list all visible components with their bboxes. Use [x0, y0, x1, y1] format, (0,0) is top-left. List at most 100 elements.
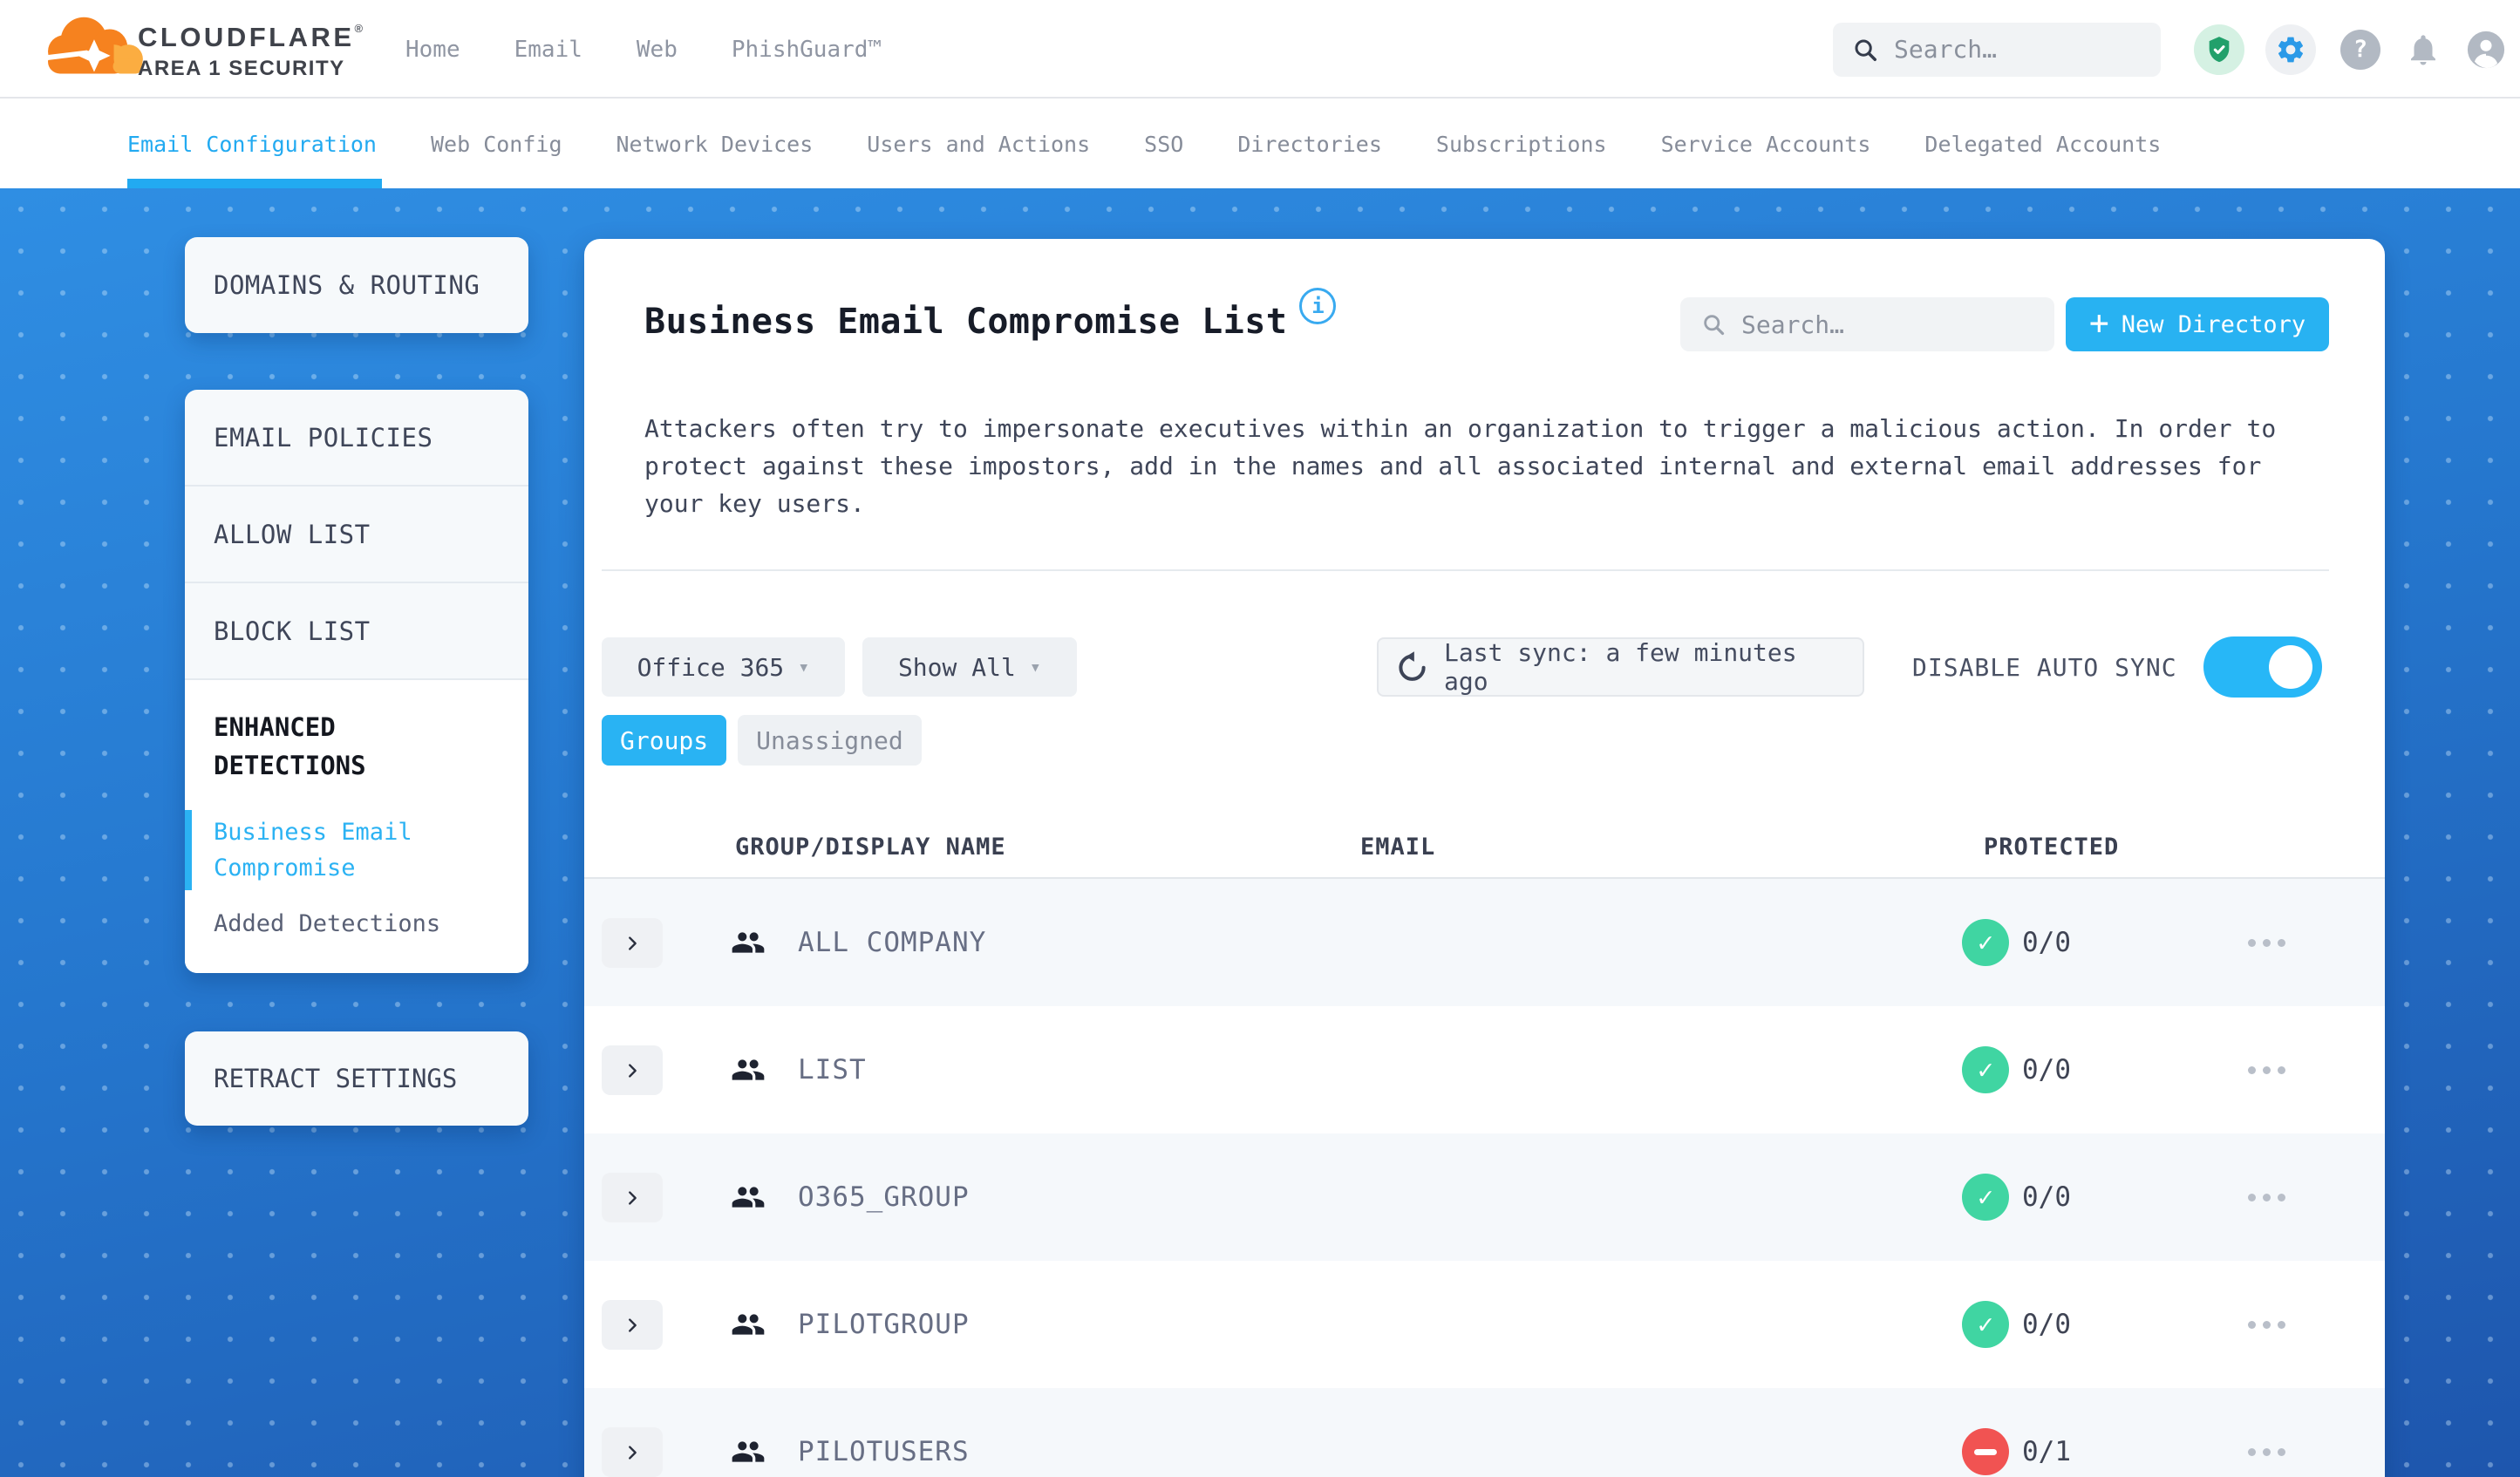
protected-cell: ✓ 0/0 [1962, 1133, 2071, 1261]
subnav-item-users-and-actions[interactable]: Users and Actions [867, 100, 1090, 188]
check-icon: ✓ [1977, 1181, 1994, 1213]
sidebar-item-enhanced-detections[interactable]: ENHANCED DETECTIONS [214, 708, 475, 785]
global-search-input[interactable]: Search… [1833, 22, 2161, 77]
row-actions-menu[interactable] [2248, 1133, 2285, 1261]
protected-count: 0/0 [2022, 1054, 2071, 1086]
toggle-knob [2269, 645, 2312, 689]
row-actions-menu[interactable] [2248, 1261, 2285, 1388]
sidebar-item-allow-list[interactable]: ALLOW LIST [185, 487, 528, 583]
protection-status-button[interactable] [2194, 24, 2244, 75]
expand-row-button[interactable] [602, 1045, 663, 1095]
protected-check-icon: ✓ [1962, 919, 2009, 966]
minus-icon [1974, 1448, 1997, 1455]
table-row-all-company[interactable]: ALL COMPANY ✓ 0/0 [584, 879, 2385, 1006]
group-tabs: Groups Unassigned [602, 715, 922, 766]
group-icon [731, 1307, 766, 1345]
directory-select[interactable]: Office 365 ▾ [602, 637, 845, 697]
sidebar-item-block-list[interactable]: BLOCK LIST [185, 583, 528, 680]
row-actions-menu[interactable] [2248, 1388, 2285, 1477]
list-search-input[interactable]: Search… [1680, 297, 2054, 351]
account-button[interactable] [2466, 30, 2506, 70]
expand-row-button[interactable] [602, 918, 663, 968]
expand-row-button[interactable] [602, 1173, 663, 1222]
check-icon: ✓ [1977, 1054, 1994, 1086]
plus-icon: + [2088, 303, 2109, 342]
row-actions-menu[interactable] [2248, 1006, 2285, 1133]
settings-button[interactable] [2265, 24, 2316, 75]
top-bar: CLOUDFLARE® AREA 1 SECURITY Home Email Web… [0, 0, 2520, 99]
notifications-button[interactable] [2405, 31, 2442, 68]
shield-check-icon [2209, 36, 2230, 62]
protected-check-icon: ✓ [1962, 1046, 2009, 1093]
table-row-o365-group[interactable]: O365_GROUP ✓ 0/0 [584, 1133, 2385, 1261]
topnav-item-phishguard[interactable]: PhishGuard™ [732, 37, 882, 63]
filter-select[interactable]: Show All ▾ [862, 637, 1077, 697]
new-directory-button[interactable]: + New Directory [2066, 297, 2329, 351]
subnav-item-delegated-accounts[interactable]: Delegated Accounts [1924, 100, 2161, 188]
row-actions-menu[interactable] [2248, 879, 2285, 1006]
table-row-pilotgroup[interactable]: PILOTGROUP ✓ 0/0 [584, 1261, 2385, 1388]
check-icon: ✓ [1977, 1309, 1994, 1340]
tab-groups[interactable]: Groups [602, 715, 727, 766]
sidebar-item-domains-routing[interactable]: DOMAINS & ROUTING [185, 237, 528, 333]
expand-row-button[interactable] [602, 1427, 663, 1477]
content-card: Business Email Compromise List i Search…… [584, 239, 2385, 1477]
help-button[interactable]: ? [2340, 29, 2380, 70]
group-name: O365_GROUP [798, 1181, 970, 1213]
table-row-list[interactable]: LIST ✓ 0/0 [584, 1006, 2385, 1133]
subnav-item-network-devices[interactable]: Network Devices [616, 100, 814, 188]
tab-unassigned[interactable]: Unassigned [738, 715, 922, 766]
protected-cell: ✓ 0/0 [1962, 1261, 2071, 1388]
global-search-placeholder: Search… [1894, 35, 1998, 64]
last-sync-button[interactable]: Last sync: a few minutes ago [1377, 637, 1864, 697]
subnav-item-email-configuration[interactable]: Email Configuration [127, 100, 382, 188]
question-mark-icon: ? [2340, 29, 2380, 70]
protected-count: 0/0 [2022, 1181, 2071, 1213]
user-icon [2467, 31, 2505, 68]
chevron-right-icon [629, 1317, 637, 1332]
topnav-item-home[interactable]: Home [405, 37, 460, 63]
subnav-item-web-config[interactable]: Web Config [431, 100, 562, 188]
protected-count: 0/1 [2022, 1436, 2071, 1467]
chevron-down-icon: ▾ [1029, 656, 1042, 678]
subnav-item-subscriptions[interactable]: Subscriptions [1436, 100, 1607, 188]
protected-cell: ✓ 0/0 [1962, 879, 2071, 1006]
page-description: Attackers often try to impersonate execu… [644, 414, 2277, 518]
protected-cell: ✓ 0/0 [1962, 1006, 2071, 1133]
auto-sync-label: DISABLE AUTO SYNC [1912, 652, 2177, 682]
info-icon[interactable]: i [1299, 288, 1337, 324]
subnav-item-sso[interactable]: SSO [1144, 100, 1183, 188]
brand-text: CLOUDFLARE® AREA 1 SECURITY [138, 22, 363, 81]
table-row-pilotusers[interactable]: PILOTUSERS 0/1 [584, 1388, 2385, 1477]
search-icon [1704, 315, 1725, 336]
topnav-item-email[interactable]: Email [514, 37, 582, 63]
sidebar-item-retract-settings[interactable]: RETRACT SETTINGS [185, 1031, 528, 1126]
chevron-down-icon: ▾ [798, 656, 810, 678]
protected-blocked-icon [1962, 1428, 2009, 1475]
page-title-row: Business Email Compromise List i [644, 288, 1337, 342]
chevron-right-icon [629, 1445, 637, 1460]
sidebar-item-business-email-compromise[interactable]: Business Email Compromise [185, 810, 449, 890]
group-icon [731, 925, 766, 963]
group-icon [731, 1180, 766, 1218]
protected-count: 0/0 [2022, 1309, 2071, 1340]
subnav-item-directories[interactable]: Directories [1237, 100, 1382, 188]
group-icon [731, 1434, 766, 1473]
chevron-right-icon [629, 1190, 637, 1205]
column-header-protected: PROTECTED [1984, 833, 2120, 861]
auto-sync-toggle[interactable] [2203, 636, 2322, 698]
protected-check-icon: ✓ [1962, 1301, 2009, 1348]
top-bar-right: Search… ? [1833, 0, 2506, 99]
bell-icon [2411, 34, 2435, 65]
sidebar-item-added-detections[interactable]: Added Detections [214, 910, 500, 937]
top-nav: Home Email Web PhishGuard™ [405, 0, 882, 99]
expand-row-button[interactable] [602, 1300, 663, 1350]
sidebar-section-enhanced-detections: ENHANCED DETECTIONS Business Email Compr… [185, 680, 528, 973]
check-icon: ✓ [1977, 927, 1994, 958]
page: CLOUDFLARE® AREA 1 SECURITY Home Email Web… [0, 0, 2520, 1477]
subnav-item-service-accounts[interactable]: Service Accounts [1661, 100, 1871, 188]
topnav-item-web[interactable]: Web [637, 37, 678, 63]
last-sync-text: Last sync: a few minutes ago [1444, 638, 1797, 696]
sidebar-item-email-policies[interactable]: EMAIL POLICIES [185, 390, 528, 487]
group-name: PILOTUSERS [798, 1436, 970, 1467]
